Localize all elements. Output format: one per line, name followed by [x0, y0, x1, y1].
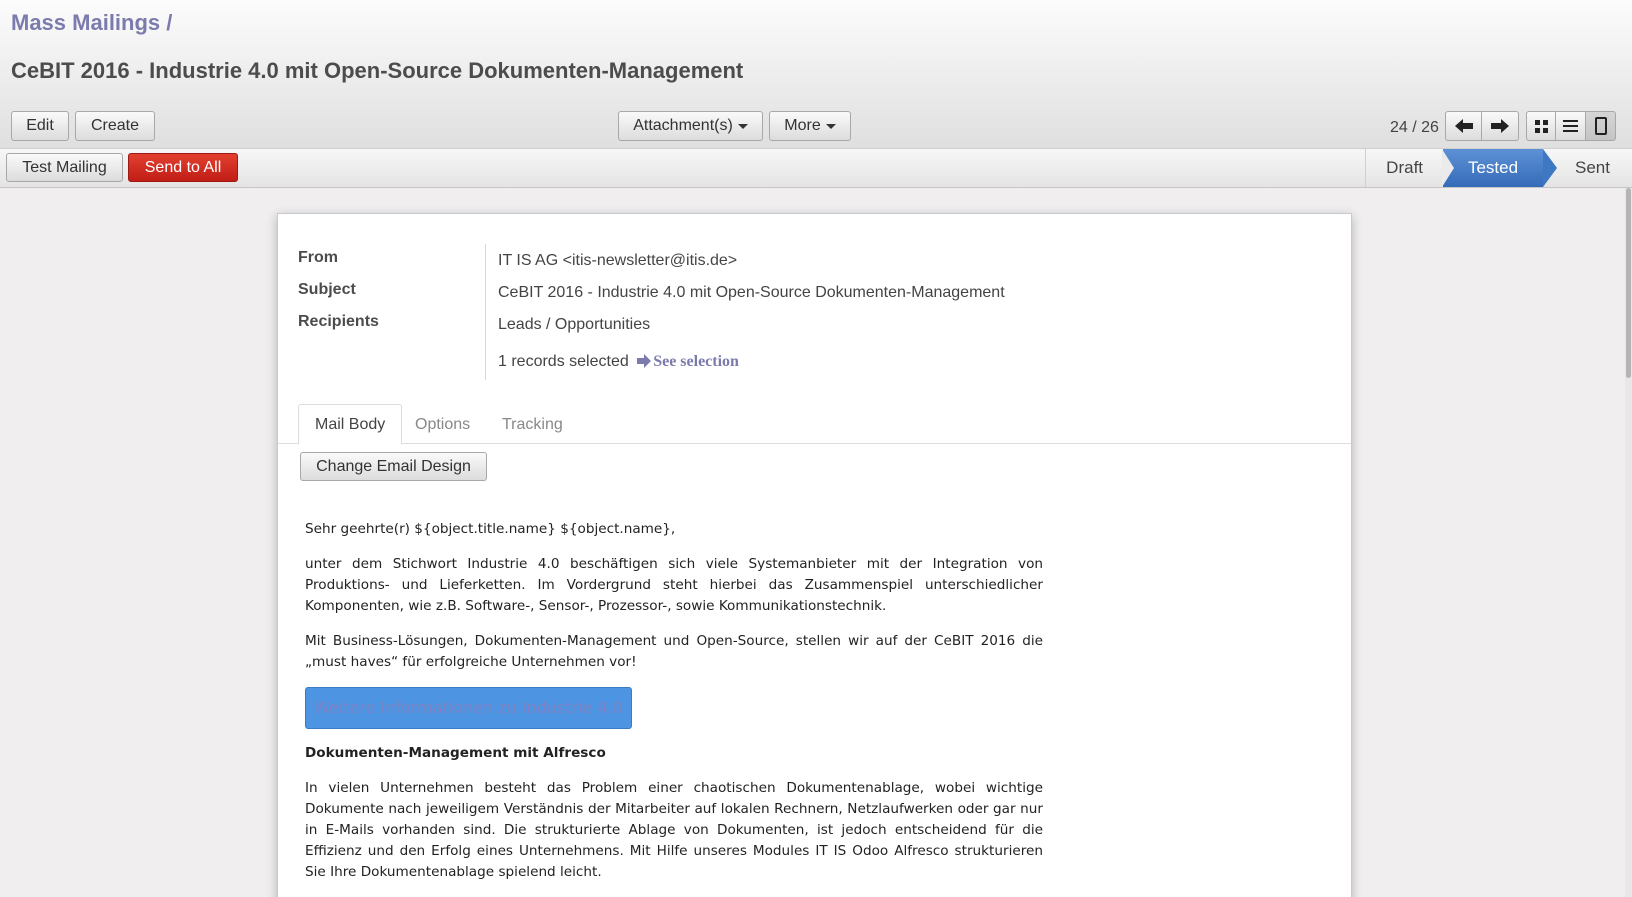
records-selected: 1 records selected See selection: [498, 353, 739, 371]
from-value[interactable]: IT IS AG <itis-newsletter@itis.de>: [498, 252, 737, 270]
kanban-grid-icon: [1534, 119, 1548, 133]
tab-tracking[interactable]: Tracking: [486, 404, 579, 445]
form-view-button[interactable]: [1586, 111, 1616, 141]
see-selection-link[interactable]: See selection: [653, 353, 739, 370]
arrow-left-icon: [1454, 119, 1473, 133]
mail-paragraph: In vielen Unternehmen besteht das Proble…: [305, 780, 1043, 880]
mail-paragraph: Mit Business-Lösungen, Dokumenten-Manage…: [305, 633, 1043, 670]
recipients-value[interactable]: Leads / Opportunities: [498, 316, 650, 334]
arrow-right-icon: [637, 354, 652, 368]
breadcrumb: Mass Mailings /: [11, 10, 172, 36]
field-separator: [485, 244, 486, 380]
stage-draft[interactable]: Draft: [1365, 149, 1443, 187]
tab-mail-body[interactable]: Mail Body: [298, 404, 403, 445]
breadcrumb-separator: /: [166, 10, 173, 35]
statusbar: Test Mailing Send to All Draft Tested Se…: [0, 148, 1632, 188]
mail-paragraph: unter dem Stichwort Industrie 4.0 beschä…: [305, 556, 1043, 614]
stage-bar: Draft Tested Sent: [1365, 149, 1632, 187]
attachments-label: Attachment(s): [633, 117, 733, 134]
scrollbar-thumb[interactable]: [1626, 188, 1631, 378]
tab-bar: Mail Body Options Tracking: [278, 404, 1351, 445]
view-switcher: [1526, 111, 1616, 141]
pager-value: 24 / 26: [1390, 119, 1439, 136]
send-to-all-button[interactable]: Send to All: [128, 153, 238, 182]
kanban-view-button[interactable]: [1526, 111, 1556, 141]
arrow-right-icon: [1491, 119, 1509, 133]
tab-options[interactable]: Options: [399, 404, 486, 445]
create-button[interactable]: Create: [75, 111, 155, 141]
form-sheet: From Subject Recipients IT IS AG <itis-n…: [277, 213, 1352, 897]
more-dropdown[interactable]: More: [769, 111, 851, 141]
scrollbar[interactable]: [1625, 188, 1632, 897]
form-view-icon: [1594, 117, 1607, 135]
list-icon: [1563, 120, 1578, 132]
records-selected-text: 1 records selected: [498, 353, 629, 370]
list-view-button[interactable]: [1556, 111, 1586, 141]
more-label: More: [784, 117, 821, 134]
caret-down-icon: [737, 123, 748, 129]
mail-heading: Dokumenten-Management mit Alfresco: [305, 745, 606, 761]
page-title: CeBIT 2016 - Industrie 4.0 mit Open-Sour…: [11, 58, 744, 83]
mail-greeting: Sehr geehrte(r) ${object.title.name} ${o…: [305, 521, 676, 537]
recipients-label: Recipients: [298, 313, 379, 330]
pager-buttons: [1445, 111, 1519, 141]
caret-down-icon: [825, 123, 836, 129]
subject-value[interactable]: CeBIT 2016 - Industrie 4.0 mit Open-Sour…: [498, 284, 1005, 302]
attachments-dropdown[interactable]: Attachment(s): [618, 111, 763, 141]
stage-tested[interactable]: Tested: [1442, 149, 1558, 187]
edit-button[interactable]: Edit: [11, 111, 69, 141]
pager-next-button[interactable]: [1482, 111, 1519, 141]
control-panel: Mass Mailings / CeBIT 2016 - Industrie 4…: [0, 0, 1632, 155]
change-email-design-button[interactable]: Change Email Design: [300, 452, 487, 481]
subject-label: Subject: [298, 281, 356, 298]
from-label: From: [298, 249, 338, 266]
breadcrumb-parent-link[interactable]: Mass Mailings: [11, 10, 160, 35]
test-mailing-button[interactable]: Test Mailing: [6, 153, 123, 182]
mail-cta-button[interactable]: Weitere Informationen zu Industrie 4.0: [305, 687, 632, 729]
pager-previous-button[interactable]: [1445, 111, 1482, 141]
mail-body-editor[interactable]: Sehr geehrte(r) ${object.title.name} ${o…: [305, 519, 1043, 897]
